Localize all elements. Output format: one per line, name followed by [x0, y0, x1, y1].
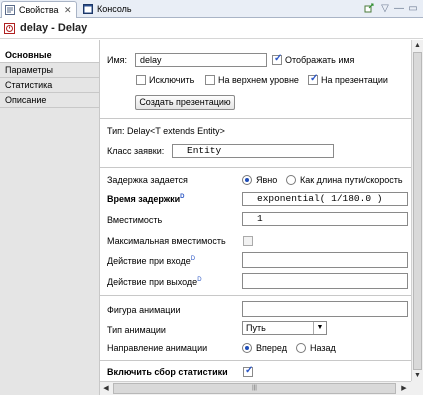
capacity-label: Вместимость	[107, 215, 163, 225]
top-level-label: На верхнем уровне	[218, 75, 299, 85]
delay-time-label: Время задержкиD	[107, 194, 185, 204]
chevron-down-icon[interactable]: ▽	[379, 2, 391, 15]
scroll-down-icon[interactable]: ▼	[412, 370, 423, 381]
minimize-icon[interactable]: —	[393, 2, 405, 15]
request-class-field[interactable]: Entity	[172, 144, 334, 158]
delay-explicit-label: Явно	[256, 175, 278, 185]
animation-type-value: Путь	[246, 323, 266, 333]
code-marker: D	[197, 277, 202, 283]
properties-header: delay - Delay	[0, 19, 423, 39]
divider	[100, 360, 411, 361]
tab-properties[interactable]: Свойства ✕	[1, 1, 77, 18]
pin-icon[interactable]	[362, 2, 376, 15]
divider	[100, 118, 411, 119]
direction-back-radio[interactable]	[296, 343, 306, 353]
view-tab-bar: Свойства ✕ Консоль ▽ — ▭	[0, 0, 423, 18]
vertical-scrollbar[interactable]: ▲ ▼	[411, 40, 423, 381]
close-icon[interactable]: ✕	[64, 2, 72, 18]
radio-dot	[245, 178, 249, 182]
max-capacity-checkbox[interactable]	[243, 236, 253, 246]
name-label: Имя:	[107, 55, 128, 65]
divider	[100, 295, 411, 296]
sidebar-background	[0, 108, 99, 395]
check-icon: ✓	[310, 73, 319, 84]
chevron-down-icon: ▼	[313, 322, 326, 334]
tab-properties-label: Свойства	[19, 5, 59, 15]
scroll-right-icon[interactable]: ▶	[398, 382, 410, 395]
check-icon: ✓	[274, 53, 283, 64]
presentation-label: На презентации	[321, 75, 388, 85]
type-text: Тип: Delay<T extends Entity>	[107, 126, 225, 136]
code-marker: D	[180, 194, 185, 200]
properties-form: Имя: delay ✓ Отображать имя Исключить На…	[100, 40, 411, 381]
on-enter-label: Действие при входеD	[107, 256, 196, 266]
presentation-checkbox[interactable]: ✓	[308, 73, 319, 85]
scroll-left-icon[interactable]: ◀	[100, 382, 112, 395]
horizontal-scrollbar[interactable]: ◀ ||| ▶	[100, 381, 411, 395]
animation-shape-label: Фигура анимации	[107, 305, 181, 315]
code-marker: D	[190, 256, 196, 262]
enable-stats-label: Включить сбор статистики	[107, 367, 228, 377]
scrollbar-thumb[interactable]: |||	[113, 383, 396, 394]
animation-direction-label: Направление анимации	[107, 343, 208, 353]
scroll-up-icon[interactable]: ▲	[412, 40, 423, 51]
console-icon	[83, 4, 93, 14]
name-field[interactable]: delay	[135, 53, 267, 67]
direction-back-label: Назад	[310, 343, 336, 353]
delay-path-radio[interactable]	[286, 175, 296, 185]
animation-type-select[interactable]: Путь ▼	[242, 321, 327, 335]
on-enter-field[interactable]	[242, 252, 408, 268]
delay-path-label: Как длина пути/скорость	[300, 175, 403, 185]
properties-icon	[5, 5, 15, 15]
max-capacity-label: Максимальная вместимость	[107, 236, 226, 246]
capacity-field[interactable]: 1	[242, 212, 408, 226]
scrollbar-thumb[interactable]	[413, 52, 422, 370]
exclude-checkbox[interactable]	[136, 75, 146, 85]
exclude-label: Исключить	[149, 75, 195, 85]
tab-console[interactable]: Консоль	[80, 1, 152, 18]
maximize-icon[interactable]: ▭	[407, 2, 419, 15]
sidebar-item-statistics[interactable]: Статистика	[0, 78, 99, 93]
sidebar: Основные Параметры Статистика Описание	[0, 40, 99, 395]
request-class-label: Класс заявки:	[107, 146, 165, 156]
animation-shape-field[interactable]	[242, 301, 408, 317]
radio-dot	[245, 346, 249, 350]
delay-time-field[interactable]: exponential( 1/180.0 )	[242, 192, 408, 206]
animation-type-label: Тип анимации	[107, 325, 166, 335]
sidebar-item-description[interactable]: Описание	[0, 93, 99, 108]
delay-explicit-radio[interactable]	[242, 175, 252, 185]
direction-forward-radio[interactable]	[242, 343, 252, 353]
on-exit-field[interactable]	[242, 273, 408, 289]
direction-forward-label: Вперед	[256, 343, 287, 353]
top-level-checkbox[interactable]	[205, 75, 215, 85]
show-name-label: Отображать имя	[285, 55, 355, 65]
tab-console-label: Консоль	[97, 4, 132, 14]
delay-block-icon	[4, 23, 15, 34]
sidebar-item-parameters[interactable]: Параметры	[0, 63, 99, 78]
sidebar-item-main[interactable]: Основные	[0, 48, 99, 63]
create-presentation-button[interactable]: Создать презентацию	[135, 95, 235, 110]
on-exit-label: Действие при выходеD	[107, 277, 202, 287]
page-title: delay - Delay	[20, 22, 88, 34]
divider	[100, 167, 411, 168]
scroll-corner	[411, 381, 423, 395]
enable-stats-checkbox[interactable]: ✓	[243, 365, 254, 377]
show-name-checkbox[interactable]: ✓	[272, 53, 283, 65]
delay-defined-label: Задержка задается	[107, 175, 188, 185]
check-icon: ✓	[245, 365, 254, 376]
